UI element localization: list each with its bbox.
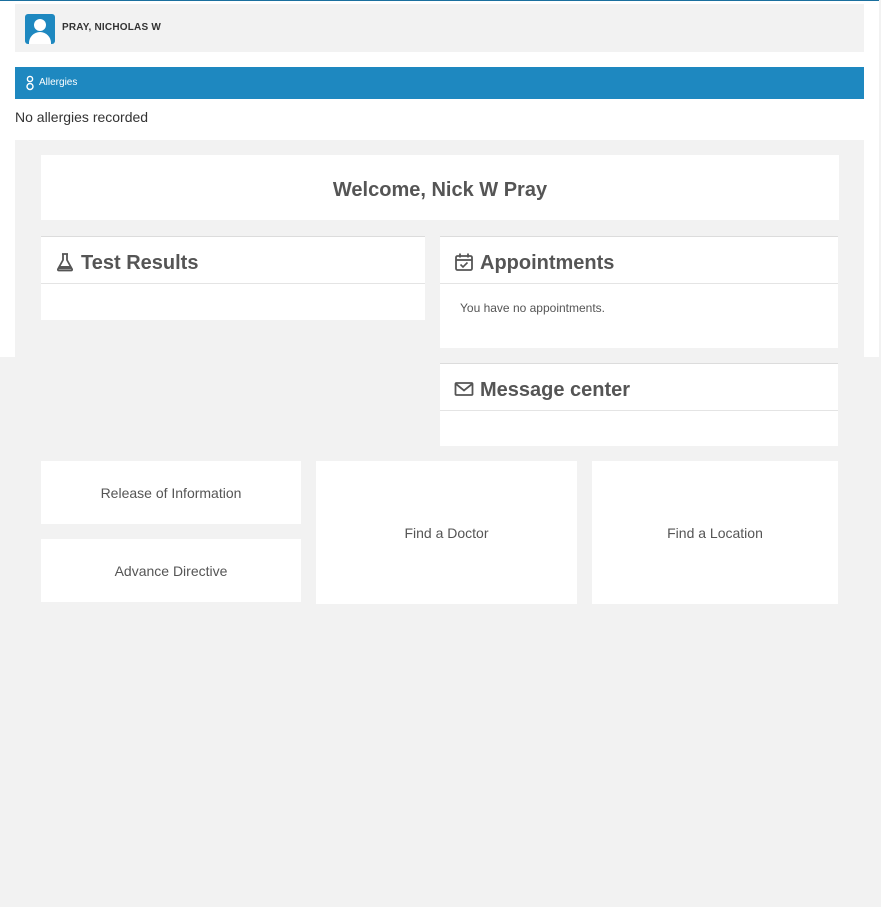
find-a-location-label: Find a Location xyxy=(667,524,763,541)
test-results-title: Test Results xyxy=(81,252,199,274)
message-center-title: Message center xyxy=(480,379,631,401)
appointments-panel: Appointments You have no appointments. xyxy=(440,236,838,348)
calendar-check-icon xyxy=(455,253,473,271)
allergies-header[interactable]: Allergies xyxy=(15,67,864,99)
find-a-doctor-tile[interactable]: Find a Doctor xyxy=(316,461,577,604)
message-center-header[interactable]: Message center xyxy=(440,364,838,411)
allergies-empty-text: No allergies recorded xyxy=(15,109,149,125)
allergy-icon xyxy=(26,75,34,91)
appointments-empty-text: You have no appointments. xyxy=(460,301,606,315)
user-icon xyxy=(25,14,55,44)
allergies-title: Allergies xyxy=(39,77,78,88)
welcome-card: Welcome, Nick W Pray xyxy=(41,155,839,220)
find-a-doctor-label: Find a Doctor xyxy=(404,524,489,541)
test-results-header[interactable]: Test Results xyxy=(41,237,425,284)
find-a-location-tile[interactable]: Find a Location xyxy=(592,461,838,604)
flask-icon xyxy=(56,253,74,272)
patient-banner: PRAY, NICHOLAS W xyxy=(15,4,864,52)
advance-directive-tile[interactable]: Advance Directive xyxy=(41,539,301,602)
envelope-icon xyxy=(454,382,474,396)
release-of-information-tile[interactable]: Release of Information xyxy=(41,461,301,524)
message-center-panel: Message center xyxy=(440,363,838,446)
advance-directive-label: Advance Directive xyxy=(114,562,228,579)
appointments-header[interactable]: Appointments xyxy=(440,237,838,284)
patient-name: PRAY, NICHOLAS W xyxy=(62,22,161,33)
appointments-title: Appointments xyxy=(480,252,615,274)
test-results-panel: Test Results xyxy=(41,236,425,320)
welcome-text: Welcome, Nick W Pray xyxy=(332,179,548,201)
release-of-information-label: Release of Information xyxy=(100,484,242,501)
